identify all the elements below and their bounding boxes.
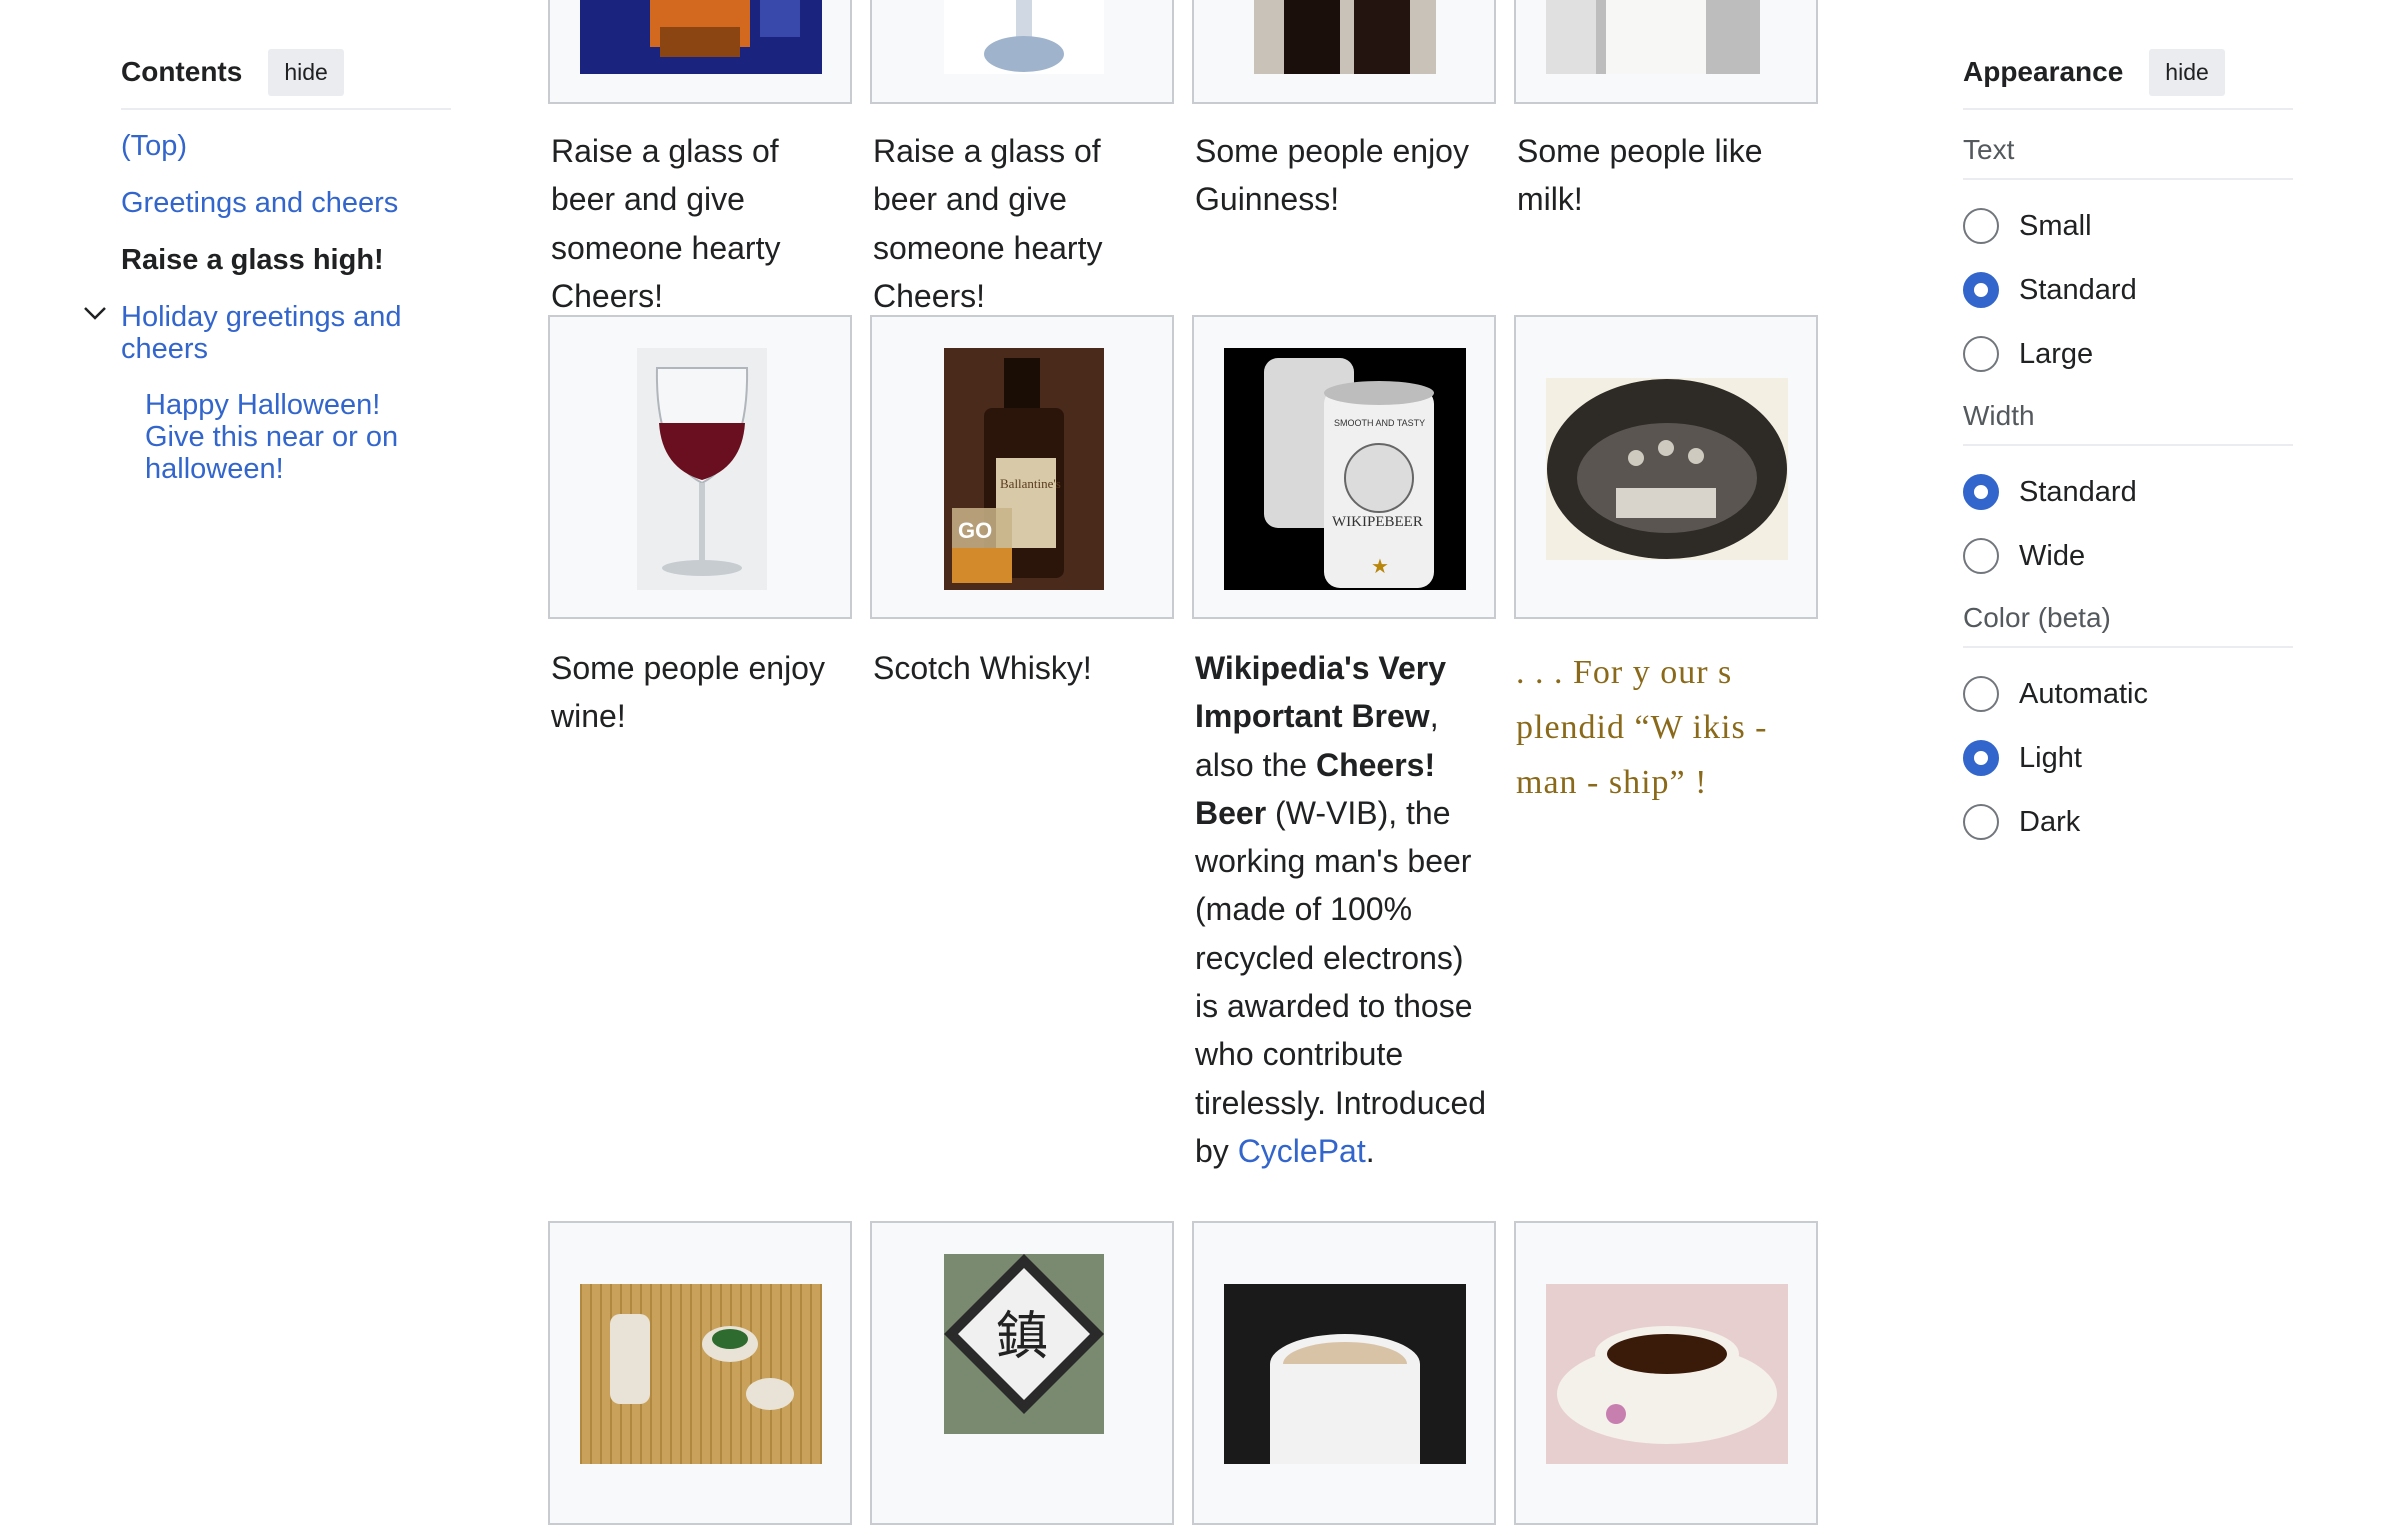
toc-header: Contents hide xyxy=(121,48,451,110)
radio-color-dark[interactable] xyxy=(1963,804,1999,840)
gallery-box-beer-2[interactable] xyxy=(870,0,1174,104)
text-size-small-option[interactable]: Small xyxy=(1963,194,2293,258)
caption-wikipebeer: Wikipedia's Very Important Brew, also th… xyxy=(1195,644,1495,1175)
cyclepat-link[interactable]: CyclePat xyxy=(1238,1133,1366,1169)
color-dark-label: Dark xyxy=(2019,805,2081,838)
star-icon: ★ xyxy=(1371,556,1389,578)
toc-hide-button[interactable]: hide xyxy=(268,48,344,96)
radio-text-large[interactable] xyxy=(1963,336,1999,372)
caption-guinness: Some people enjoy Guinness! xyxy=(1195,133,1469,218)
latte-image[interactable] xyxy=(1224,1284,1466,1464)
whisky-label-text: Ballantine's xyxy=(1000,476,1061,491)
gallery-box-milk[interactable] xyxy=(1514,0,1818,104)
toc-item-raise-glass[interactable]: Raise a glass high! xyxy=(121,244,451,276)
wine-glass-image[interactable] xyxy=(637,348,767,590)
toc-sublist: Happy Halloween! Give this near or on ha… xyxy=(121,389,451,485)
gallery-box-vintage-photo[interactable] xyxy=(1514,315,1818,619)
caption-whisky: Scotch Whisky! xyxy=(873,650,1092,686)
table-of-contents: Contents hide (Top) Greetings and cheers… xyxy=(84,48,451,485)
caption-wvib-bold: Wikipedia's Very Important Brew xyxy=(1195,650,1446,735)
caption-wvib-text3: . xyxy=(1365,1132,1375,1169)
toc-link-raise-glass[interactable]: Raise a glass high! xyxy=(121,244,384,276)
gallery-box-wikipebeer[interactable]: SMOOTH AND TASTY WIKIPEBEER ★ xyxy=(1192,315,1496,619)
text-size-title: Text xyxy=(1963,134,2293,180)
whisky-image[interactable]: Ballantine's GO xyxy=(944,348,1104,590)
caption-wvib-text2: (W-VIB), the working man's beer (made of… xyxy=(1195,794,1487,1169)
appearance-panel: Appearance hide Text Small Standard Larg… xyxy=(1963,48,2293,854)
appearance-header: Appearance hide xyxy=(1963,48,2293,110)
width-standard-label: Standard xyxy=(2019,475,2137,508)
radio-color-light[interactable] xyxy=(1963,740,1999,776)
caption-beer-2: Raise a glass of beer and give someone h… xyxy=(873,133,1103,314)
width-section: Width Standard Wide xyxy=(1963,400,2293,588)
text-size-large-option[interactable]: Large xyxy=(1963,322,2293,386)
radio-color-automatic[interactable] xyxy=(1963,676,1999,712)
gallery-box-guinness[interactable] xyxy=(1192,0,1496,104)
caption-milk: Some people like milk! xyxy=(1517,133,1763,218)
text-size-section: Text Small Standard Large xyxy=(1963,134,2293,386)
color-light-option[interactable]: Light xyxy=(1963,726,2293,790)
appearance-hide-button[interactable]: hide xyxy=(2149,48,2225,96)
chevron-down-icon[interactable] xyxy=(81,299,109,327)
color-automatic-label: Automatic xyxy=(2019,677,2148,710)
width-title: Width xyxy=(1963,400,2293,446)
can-brand: WIKIPEBEER xyxy=(1332,514,1423,530)
toc-link-greetings[interactable]: Greetings and cheers xyxy=(121,187,398,219)
toc-link-holiday[interactable]: Holiday greetings and cheers xyxy=(121,301,411,365)
gallery-box-latte[interactable] xyxy=(1192,1221,1496,1525)
text-size-small-label: Small xyxy=(2019,209,2092,242)
gallery-box-sign[interactable]: 鎮 xyxy=(870,1221,1174,1525)
appearance-title: Appearance xyxy=(1963,56,2124,87)
toc-item-greetings[interactable]: Greetings and cheers xyxy=(121,187,451,219)
caption-wine: Some people enjoy wine! xyxy=(551,650,825,735)
text-size-large-label: Large xyxy=(2019,337,2094,370)
caption-beer-1: Raise a glass of beer and give someone h… xyxy=(551,133,781,314)
gallery-box-wine[interactable] xyxy=(548,315,852,619)
radio-width-wide[interactable] xyxy=(1963,538,1999,574)
beer-glass-image[interactable] xyxy=(944,0,1104,74)
glass-logo-text: GO xyxy=(958,518,992,543)
color-title: Color (beta) xyxy=(1963,602,2293,648)
toc-link-top[interactable]: (Top) xyxy=(121,130,187,162)
color-light-label: Light xyxy=(2019,741,2082,774)
sign-image[interactable]: 鎮 xyxy=(944,1254,1104,1434)
text-size-standard-option[interactable]: Standard xyxy=(1963,258,2293,322)
gallery-box-tea[interactable] xyxy=(1514,1221,1818,1525)
radio-width-standard[interactable] xyxy=(1963,474,1999,510)
toc-item-holiday[interactable]: Holiday greetings and cheers Happy Hallo… xyxy=(84,301,451,485)
toc-list: (Top) Greetings and cheers Raise a glass… xyxy=(84,130,451,485)
gallery-box-beer-1[interactable] xyxy=(548,0,852,104)
sake-image[interactable] xyxy=(580,1284,822,1464)
width-wide-option[interactable]: Wide xyxy=(1963,524,2293,588)
width-wide-label: Wide xyxy=(2019,539,2086,572)
tea-image[interactable] xyxy=(1546,1284,1788,1464)
toc-item-top[interactable]: (Top) xyxy=(121,130,451,162)
gallery-box-sake[interactable] xyxy=(548,1221,852,1525)
beer-image[interactable] xyxy=(580,0,822,74)
width-standard-option[interactable]: Standard xyxy=(1963,460,2293,524)
can-tagline: SMOOTH AND TASTY xyxy=(1334,418,1425,428)
radio-text-standard[interactable] xyxy=(1963,272,1999,308)
color-dark-option[interactable]: Dark xyxy=(1963,790,2293,854)
caption-wikis-man-ship: . . . For y our s plendid “W ikis - man … xyxy=(1516,654,1768,801)
guinness-image[interactable] xyxy=(1254,0,1436,74)
text-size-standard-label: Standard xyxy=(2019,273,2137,306)
toc-title: Contents xyxy=(121,56,243,87)
wikipebeer-image[interactable]: SMOOTH AND TASTY WIKIPEBEER ★ xyxy=(1224,348,1466,590)
color-automatic-option[interactable]: Automatic xyxy=(1963,662,2293,726)
milk-image[interactable] xyxy=(1546,0,1760,74)
gallery-box-whisky[interactable]: Ballantine's GO xyxy=(870,315,1174,619)
radio-text-small[interactable] xyxy=(1963,208,1999,244)
color-section: Color (beta) Automatic Light Dark xyxy=(1963,602,2293,854)
vintage-party-photo[interactable] xyxy=(1546,378,1788,560)
sign-glyph: 鎮 xyxy=(996,1308,1048,1366)
toc-link-halloween[interactable]: Happy Halloween! Give this near or on ha… xyxy=(145,389,445,485)
